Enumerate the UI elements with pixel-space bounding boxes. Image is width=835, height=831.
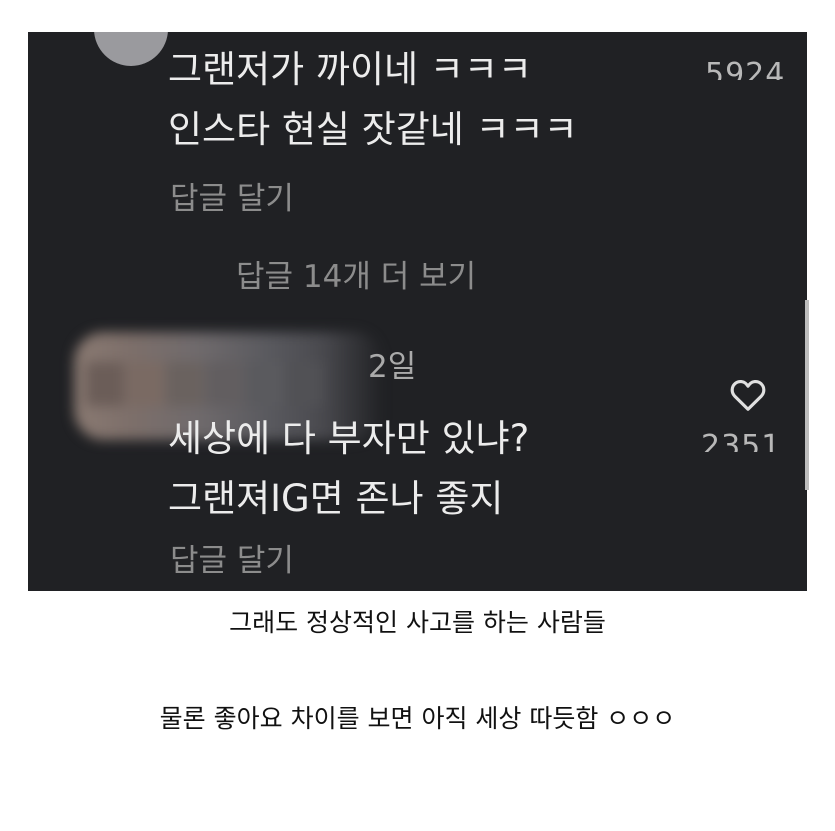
like-count: 2351 — [701, 432, 782, 452]
comment-panel: 그랜저가 까이네 ㅋㅋㅋ 인스타 현실 잣같네 ㅋㅋㅋ 5924 답글 달기 답… — [28, 32, 807, 591]
reply-button[interactable]: 답글 달기 — [170, 182, 294, 216]
caption-text: 물론 좋아요 차이를 보면 아직 세상 따듯함 ㅇㅇㅇ — [159, 704, 676, 733]
scrollbar[interactable] — [805, 300, 809, 490]
comment-timestamp: 2일 — [368, 349, 417, 385]
like-count: 5924 — [705, 60, 786, 80]
comment-text-line: 세상에 다 부자만 있냐? — [168, 417, 530, 460]
comment-text-line: 인스타 현실 잣같네 ㅋㅋㅋ — [168, 108, 578, 151]
comment-text-line: 그랜져IG면 존나 좋지 — [168, 477, 504, 520]
view-more-replies-button[interactable]: 답글 14개 더 보기 — [236, 260, 476, 294]
caption-text: 그래도 정상적인 사고를 하는 사람들 — [229, 608, 606, 637]
avatar[interactable] — [94, 32, 168, 66]
heart-icon[interactable] — [730, 378, 766, 412]
reply-button[interactable]: 답글 달기 — [170, 544, 294, 578]
comment-text-line: 그랜저가 까이네 ㅋㅋㅋ — [168, 48, 532, 91]
